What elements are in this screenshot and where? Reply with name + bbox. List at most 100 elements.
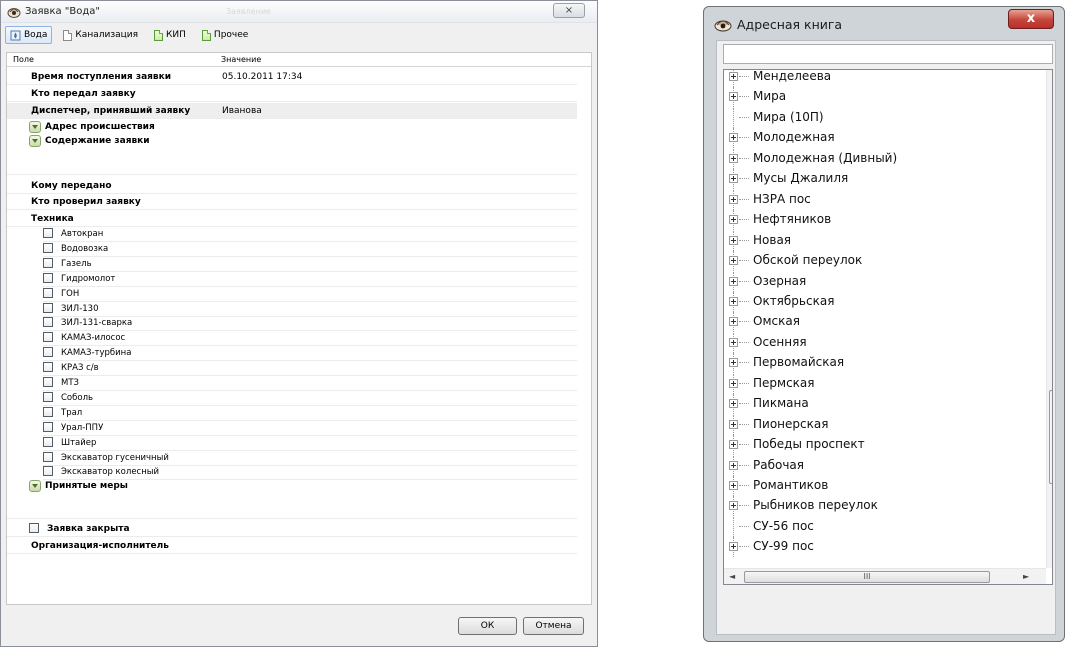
equipment-row[interactable]: Водовозка <box>43 242 577 257</box>
vertical-scrollbar[interactable]: ▲ ▼ <box>1046 70 1053 568</box>
tree-item[interactable]: Молодежная <box>724 128 1034 149</box>
tab-kanalizatsiya[interactable]: Канализация <box>58 26 143 44</box>
equipment-checkbox[interactable] <box>43 362 53 373</box>
equipment-checkbox[interactable] <box>43 391 53 402</box>
equipment-checkbox[interactable] <box>43 347 53 358</box>
scroll-up-arrow-icon[interactable]: ▲ <box>1052 73 1053 82</box>
expand-plus-icon[interactable] <box>729 276 738 286</box>
equipment-row[interactable]: Трал <box>43 406 577 421</box>
expand-plus-icon[interactable] <box>729 358 738 368</box>
equipment-checkbox[interactable] <box>43 272 53 283</box>
equipment-checkbox[interactable] <box>43 228 53 238</box>
equipment-row[interactable]: Соболь <box>43 391 577 406</box>
grid-row-dispatcher[interactable]: Диспетчер, принявший заявку Иванова <box>7 103 577 119</box>
tree-item[interactable]: Пермская <box>724 373 1034 394</box>
scroll-right-arrow-icon[interactable]: ► <box>1023 572 1029 581</box>
equipment-checkbox[interactable] <box>43 257 53 268</box>
equipment-checkbox[interactable] <box>43 421 53 432</box>
equipment-row[interactable]: КРАЗ с/в <box>43 361 577 377</box>
section-content[interactable]: Содержание заявки <box>29 134 150 148</box>
equipment-row[interactable]: Гидромолот <box>43 272 577 287</box>
tab-voda[interactable]: Вода <box>5 26 53 44</box>
expand-arrow-icon[interactable] <box>29 135 41 147</box>
tree-item[interactable]: Мира <box>724 87 1034 108</box>
tree-item[interactable]: Рабочая <box>724 455 1034 476</box>
expand-arrow-icon[interactable] <box>29 480 41 492</box>
equipment-checkbox[interactable] <box>43 436 53 447</box>
expand-plus-icon[interactable] <box>729 460 738 470</box>
tree-item[interactable]: НЗРА пос <box>724 189 1034 210</box>
expand-plus-icon[interactable] <box>729 419 738 429</box>
equipment-checkbox[interactable] <box>43 406 53 417</box>
address-book-close-button[interactable]: x <box>1008 9 1054 29</box>
expand-plus-icon[interactable] <box>729 317 738 327</box>
ok-button[interactable]: ОК <box>458 617 517 635</box>
equipment-row[interactable]: Штайер <box>43 436 577 451</box>
row-value[interactable]: Иванова <box>222 106 262 116</box>
vertical-scroll-thumb[interactable] <box>1049 390 1052 484</box>
expand-plus-icon[interactable] <box>729 215 738 225</box>
measures-area[interactable] <box>7 505 577 519</box>
grid-row-closed[interactable]: Заявка закрыта <box>7 521 577 537</box>
tab-prochee[interactable]: Прочее <box>197 26 253 44</box>
tree-item[interactable]: Мусы Джалиля <box>724 169 1034 190</box>
tree-item[interactable]: Мира (10П) <box>724 107 1034 128</box>
horizontal-scroll-thumb[interactable]: III <box>744 571 990 583</box>
section-address[interactable]: Адрес происшествия <box>29 120 155 134</box>
tree-item[interactable]: Менделеева <box>724 70 1034 87</box>
address-search-input[interactable] <box>723 44 1053 64</box>
horizontal-scrollbar[interactable]: ◄ III ► <box>724 568 1046 584</box>
tree-item[interactable]: Рыбников переулок <box>724 496 1034 517</box>
equipment-checkbox[interactable] <box>43 451 53 462</box>
tree-item[interactable]: СУ-56 пос <box>724 516 1034 537</box>
tree-item[interactable]: Обской переулок <box>724 251 1034 272</box>
tree-item[interactable]: Октябрьская <box>724 291 1034 312</box>
expand-plus-icon[interactable] <box>729 174 738 184</box>
expand-plus-icon[interactable] <box>729 481 738 490</box>
section-measures[interactable]: Принятые меры <box>29 479 128 493</box>
tree-item[interactable]: Осенняя <box>724 332 1034 353</box>
equipment-row[interactable]: Автокран <box>43 227 577 242</box>
equipment-row[interactable]: МТЗ <box>43 376 577 391</box>
column-header-field[interactable]: Поле <box>13 55 34 64</box>
equipment-row[interactable]: Урал-ППУ <box>43 421 577 436</box>
tree-item[interactable]: Пионерская <box>724 414 1034 435</box>
tab-kip[interactable]: КИП <box>149 26 191 44</box>
equipment-checkbox[interactable] <box>43 317 53 328</box>
equipment-row[interactable]: КАМАЗ-илосос <box>43 331 577 347</box>
tree-item[interactable]: СУ-99 пос <box>724 537 1034 558</box>
equipment-checkbox[interactable] <box>43 377 53 387</box>
expand-plus-icon[interactable] <box>729 337 738 347</box>
equipment-checkbox[interactable] <box>43 332 53 343</box>
expand-plus-icon[interactable] <box>729 72 738 81</box>
closed-checkbox[interactable] <box>29 523 39 533</box>
expand-arrow-icon[interactable] <box>29 121 41 133</box>
expand-plus-icon[interactable] <box>729 133 738 143</box>
grid-row-transferred-to[interactable]: Кому передано <box>7 178 577 194</box>
equipment-row[interactable]: Газель <box>43 257 577 272</box>
expand-plus-icon[interactable] <box>729 92 738 102</box>
tree-item[interactable]: Нефтяников <box>724 210 1034 231</box>
equipment-row[interactable]: ЗИЛ-131-сварка <box>43 316 577 332</box>
grid-row-organization[interactable]: Организация-исполнитель <box>7 538 577 554</box>
equipment-checkbox[interactable] <box>43 466 53 477</box>
cancel-button[interactable]: Отмена <box>523 617 584 635</box>
equipment-checkbox[interactable] <box>43 242 53 253</box>
tree-item[interactable]: Новая <box>724 230 1034 251</box>
tree-item[interactable]: Молодежная (Дивный) <box>724 148 1034 169</box>
tree-item[interactable]: Пикмана <box>724 394 1034 415</box>
equipment-row[interactable]: КАМАЗ-турбина <box>43 346 577 362</box>
scroll-left-arrow-icon[interactable]: ◄ <box>729 572 735 581</box>
equipment-row[interactable]: ЗИЛ-130 <box>43 302 577 317</box>
expand-plus-icon[interactable] <box>729 256 738 266</box>
expand-plus-icon[interactable] <box>729 501 738 511</box>
expand-plus-icon[interactable] <box>729 378 738 388</box>
expand-plus-icon[interactable] <box>729 399 738 409</box>
row-value[interactable]: 05.10.2011 17:34 <box>222 72 302 82</box>
column-header-value[interactable]: Значение <box>221 55 261 64</box>
expand-plus-icon[interactable] <box>729 194 738 204</box>
expand-plus-icon[interactable] <box>729 542 738 552</box>
tree-item[interactable]: Первомайская <box>724 353 1034 374</box>
tree-item[interactable]: Победы проспект <box>724 435 1034 456</box>
dialog-titlebar[interactable]: Заявка "Вода" Заявление × <box>1 1 597 23</box>
